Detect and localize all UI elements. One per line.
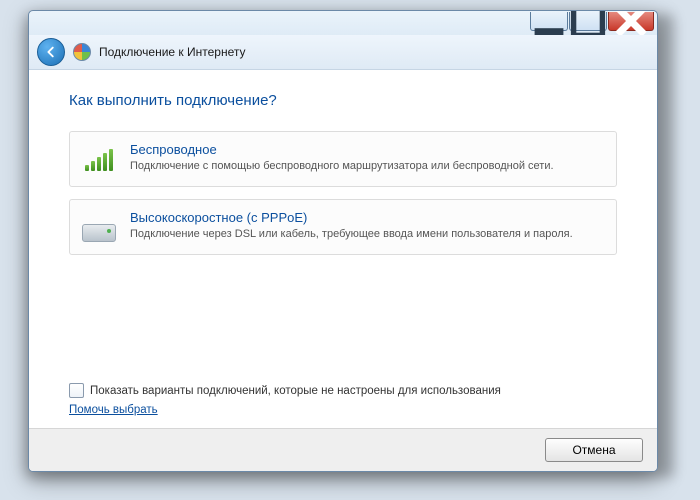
show-unconfigured-label: Показать варианты подключений, которые н… <box>90 385 501 397</box>
maximize-button[interactable] <box>569 12 607 31</box>
option-wireless[interactable]: Беспроводное Подключение с помощью беспр… <box>69 131 617 187</box>
modem-icon <box>82 212 116 242</box>
help-choose-link[interactable]: Помочь выбрать <box>69 404 158 416</box>
titlebar <box>29 11 657 35</box>
footer: Отмена <box>29 428 657 471</box>
close-button[interactable] <box>608 12 654 31</box>
cancel-button[interactable]: Отмена <box>545 438 643 462</box>
nav-bar: Подключение к Интернету <box>29 35 657 70</box>
option-wireless-desc: Подключение с помощью беспроводного марш… <box>130 159 554 174</box>
minimize-button[interactable] <box>530 12 568 31</box>
option-broadband-title: Высокоскоростное (с PPPoE) <box>130 210 573 225</box>
wifi-icon <box>82 144 116 174</box>
wizard-window: Подключение к Интернету Как выполнить по… <box>28 10 658 472</box>
window-title: Подключение к Интернету <box>99 45 246 59</box>
option-broadband-desc: Подключение через DSL или кабель, требую… <box>130 227 573 242</box>
content-area: Как выполнить подключение? Беспроводное … <box>29 70 657 428</box>
page-heading: Как выполнить подключение? <box>69 92 617 109</box>
option-wireless-title: Беспроводное <box>130 142 554 157</box>
show-unconfigured-row: Показать варианты подключений, которые н… <box>69 383 617 398</box>
show-unconfigured-checkbox[interactable] <box>69 383 84 398</box>
option-broadband[interactable]: Высокоскоростное (с PPPoE) Подключение ч… <box>69 199 617 255</box>
back-button[interactable] <box>37 38 65 66</box>
network-orb-icon <box>73 43 91 61</box>
